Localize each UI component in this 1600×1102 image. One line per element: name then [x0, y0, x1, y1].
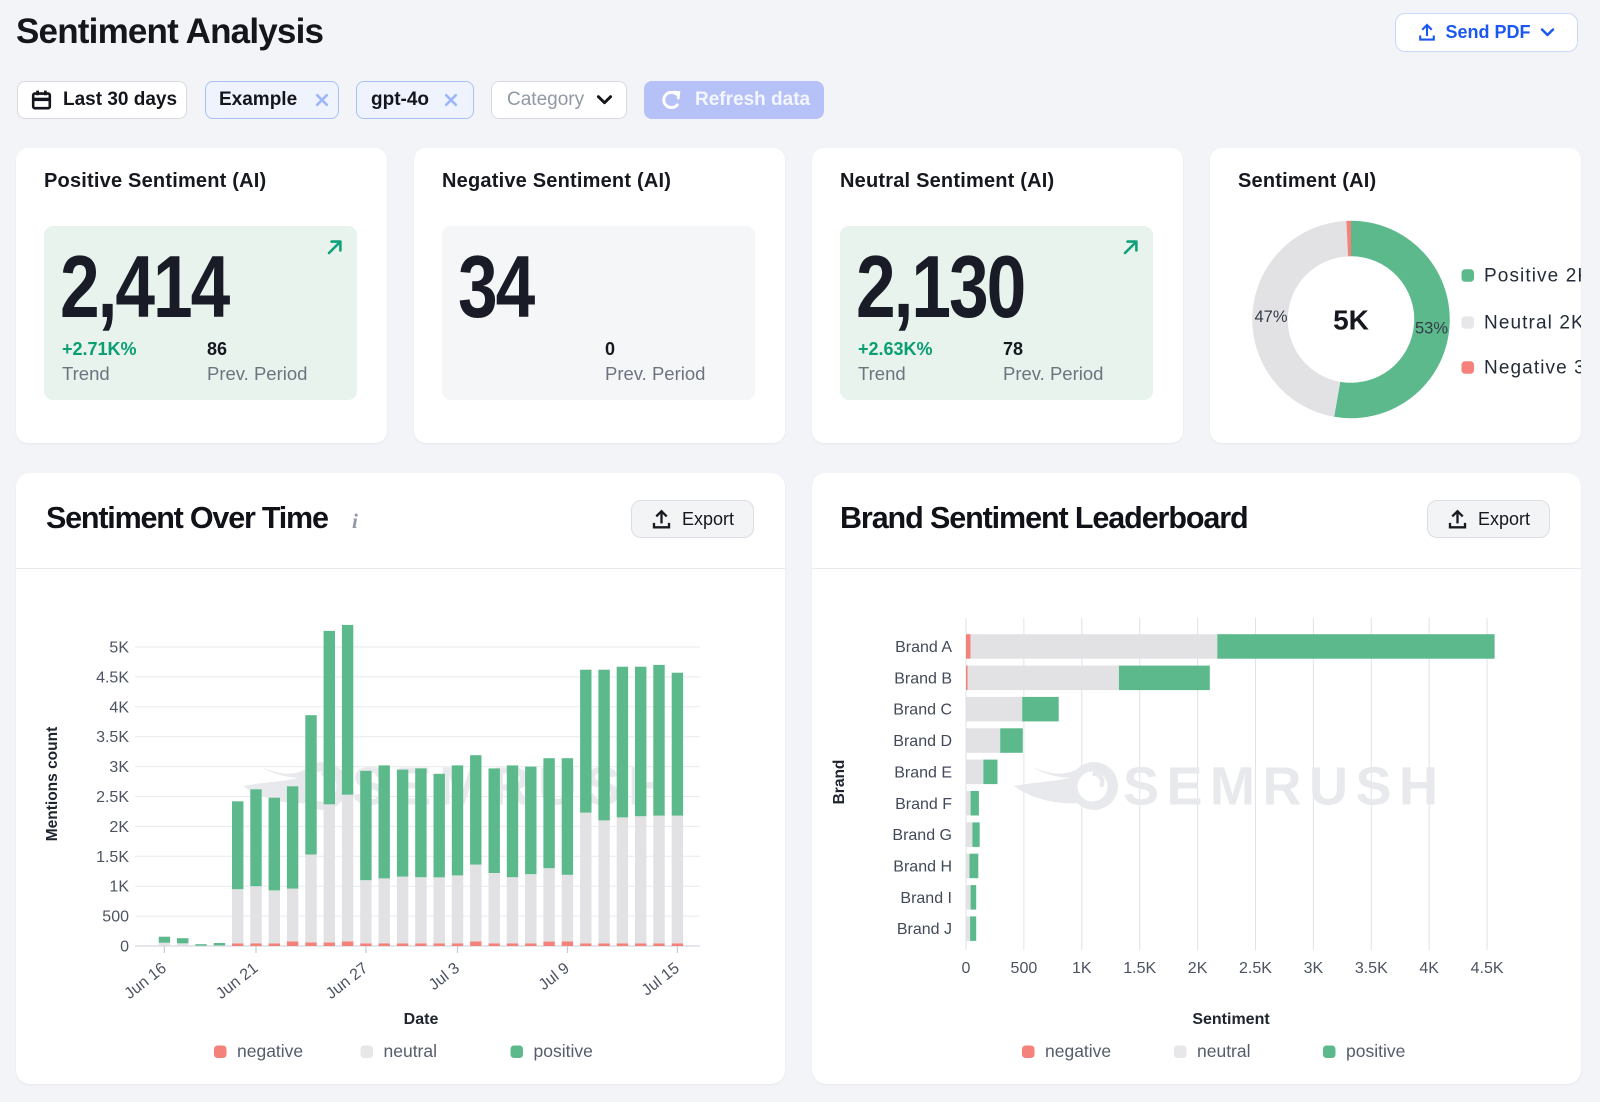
- svg-text:SEMRUSH: SEMRUSH: [1123, 757, 1446, 817]
- svg-text:Negative 34: Negative 34: [1484, 358, 1581, 379]
- svg-text:0: 0: [962, 960, 971, 977]
- svg-text:positive: positive: [1346, 1041, 1405, 1061]
- svg-text:2K: 2K: [1188, 960, 1208, 977]
- svg-text:Jul 3: Jul 3: [426, 960, 463, 994]
- svg-text:Brand H: Brand H: [893, 859, 952, 876]
- svg-text:2K: 2K: [109, 819, 129, 836]
- svg-text:0: 0: [120, 939, 129, 956]
- svg-text:1K: 1K: [109, 879, 129, 896]
- svg-text:1.5K: 1.5K: [1123, 960, 1156, 977]
- svg-text:Date: Date: [404, 1011, 439, 1028]
- svg-text:Brand E: Brand E: [894, 764, 952, 781]
- svg-text:5K: 5K: [109, 640, 129, 657]
- svg-text:2.5K: 2.5K: [1239, 960, 1272, 977]
- svg-text:47%: 47%: [1254, 308, 1287, 326]
- svg-text:Brand I: Brand I: [900, 890, 952, 907]
- svg-text:Brand G: Brand G: [892, 827, 952, 844]
- svg-text:53%: 53%: [1415, 320, 1448, 338]
- svg-text:positive: positive: [534, 1041, 593, 1061]
- svg-text:negative: negative: [237, 1041, 303, 1061]
- svg-text:1.5K: 1.5K: [96, 849, 129, 866]
- svg-text:Brand: Brand: [831, 760, 848, 805]
- svg-text:2.5K: 2.5K: [96, 789, 129, 806]
- svg-text:neutral: neutral: [384, 1041, 438, 1061]
- svg-text:Brand F: Brand F: [895, 796, 952, 813]
- svg-text:Jul 15: Jul 15: [639, 960, 683, 1000]
- svg-text:4K: 4K: [1419, 960, 1439, 977]
- svg-text:negative: negative: [1045, 1041, 1111, 1061]
- svg-text:3K: 3K: [109, 759, 129, 776]
- svg-text:3.5K: 3.5K: [1355, 960, 1388, 977]
- svg-text:neutral: neutral: [1197, 1041, 1251, 1061]
- svg-text:Jun 27: Jun 27: [323, 960, 371, 1003]
- svg-text:Positive 2K: Positive 2K: [1484, 266, 1581, 287]
- svg-text:Brand D: Brand D: [893, 733, 952, 750]
- svg-text:Brand C: Brand C: [893, 702, 952, 719]
- svg-text:Sentiment: Sentiment: [1192, 1011, 1270, 1028]
- svg-text:Brand A: Brand A: [895, 639, 952, 656]
- svg-text:5K: 5K: [1333, 305, 1369, 336]
- svg-text:Mentions count: Mentions count: [44, 727, 61, 842]
- svg-text:3.5K: 3.5K: [96, 729, 129, 746]
- svg-text:3K: 3K: [1304, 960, 1324, 977]
- svg-text:500: 500: [102, 909, 129, 926]
- svg-text:Brand J: Brand J: [897, 921, 952, 938]
- svg-text:1K: 1K: [1072, 960, 1092, 977]
- svg-text:Brand B: Brand B: [894, 670, 952, 687]
- svg-text:Neutral 2K: Neutral 2K: [1484, 313, 1581, 334]
- svg-text:Jun 21: Jun 21: [213, 960, 261, 1003]
- svg-text:4.5K: 4.5K: [1471, 960, 1504, 977]
- svg-text:500: 500: [1011, 960, 1038, 977]
- svg-text:4K: 4K: [109, 699, 129, 716]
- svg-text:Jun 16: Jun 16: [122, 960, 170, 1003]
- svg-text:Jul 9: Jul 9: [536, 960, 573, 994]
- svg-text:4.5K: 4.5K: [96, 669, 129, 686]
